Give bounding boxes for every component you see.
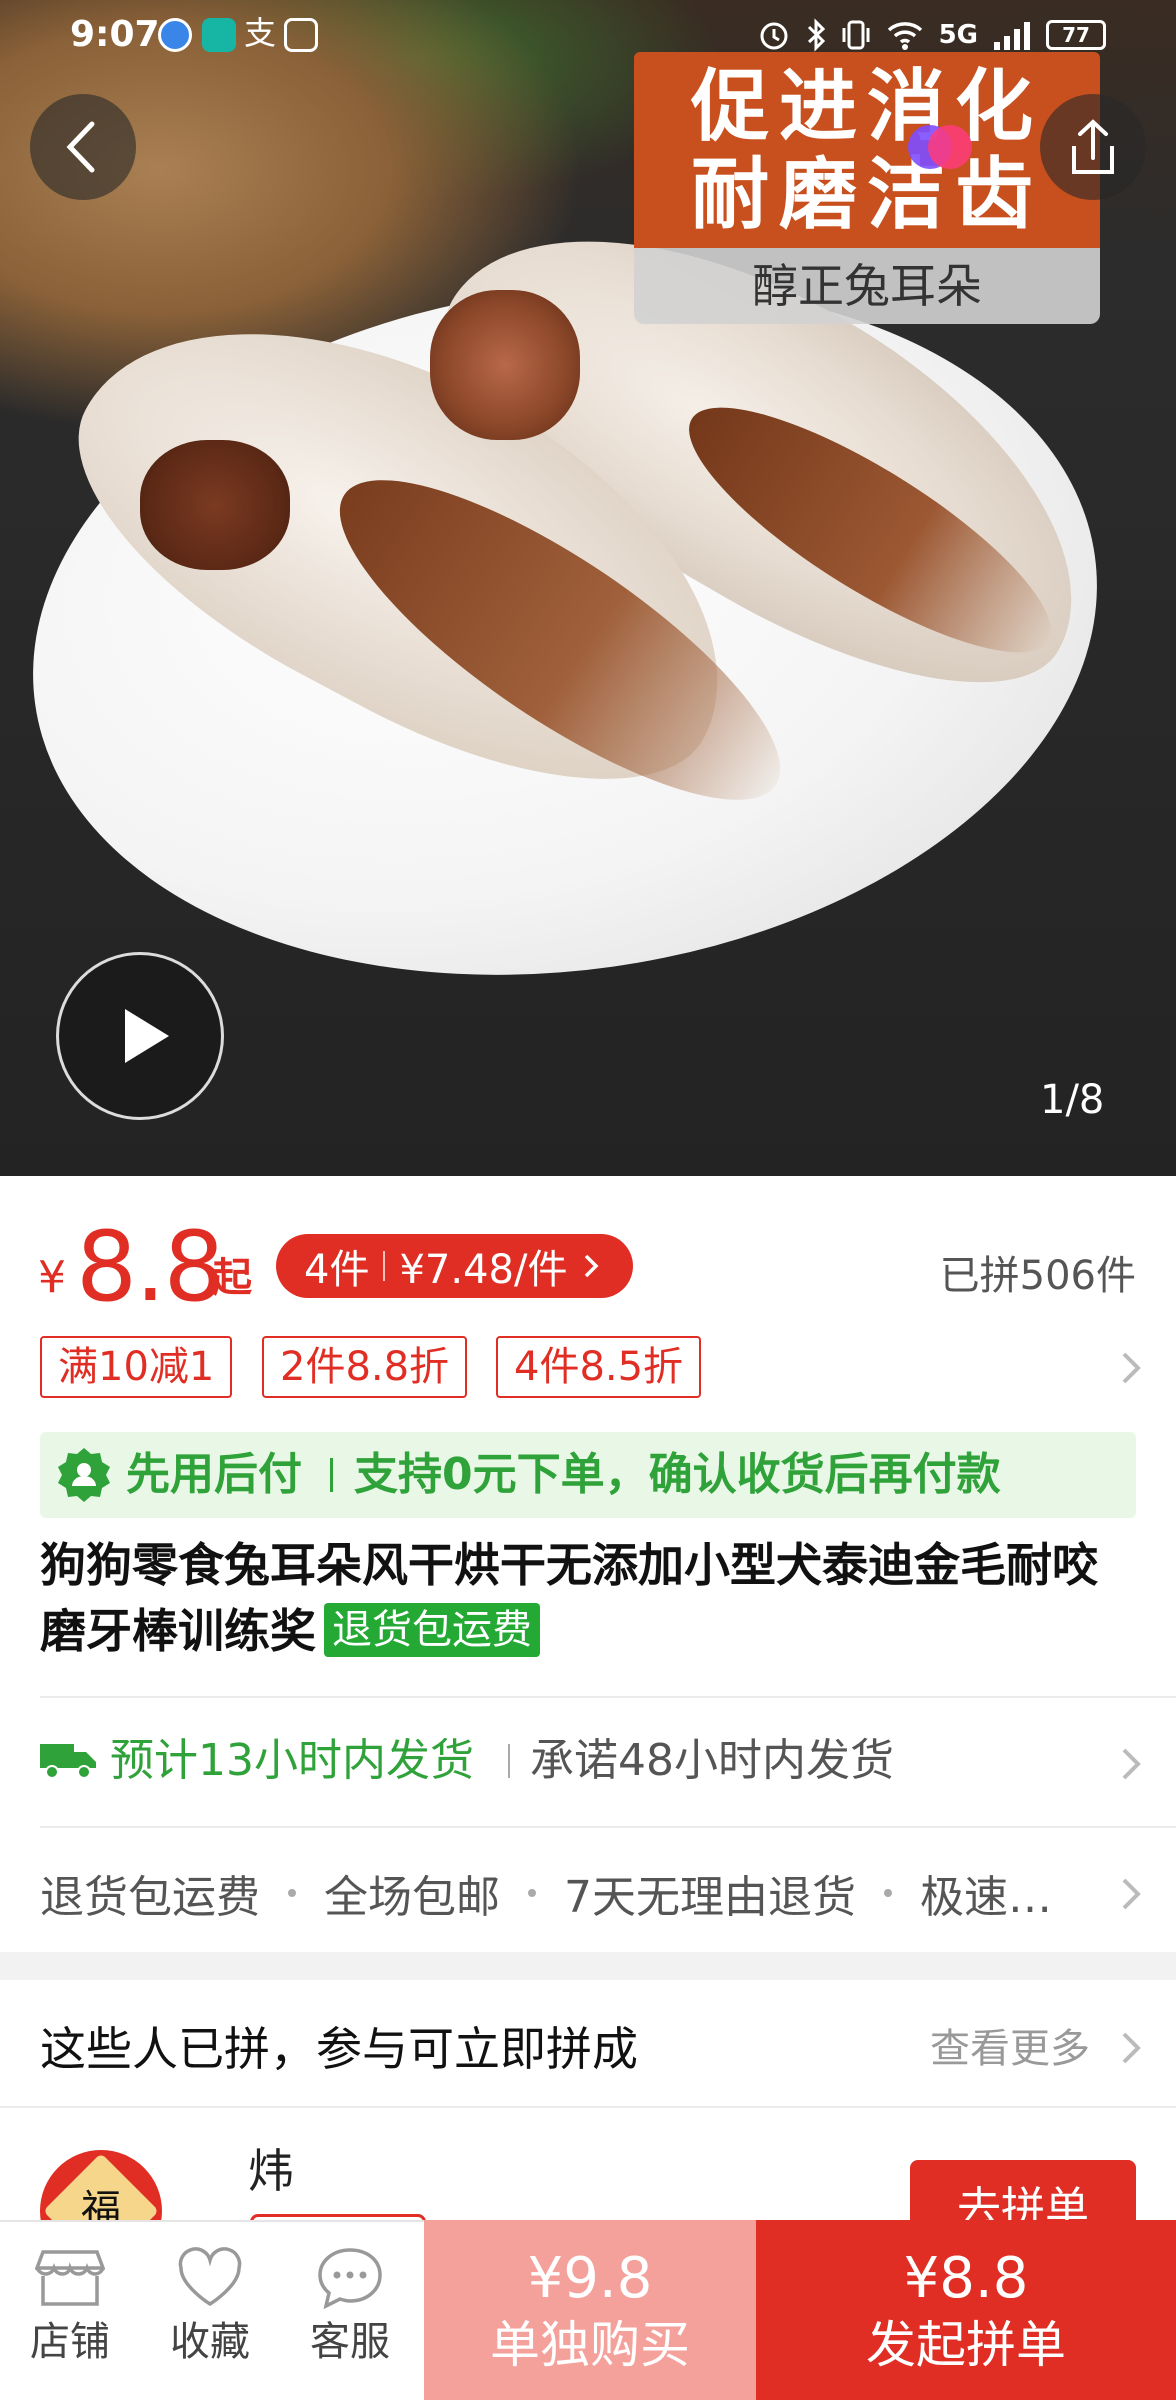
promo-badge-sub: 醇正兔耳朵: [752, 259, 982, 313]
buy-alone-price: ¥9.8: [527, 2246, 653, 2311]
divider: [40, 1696, 1176, 1698]
app-icon: [202, 18, 236, 52]
product-title-text: 狗狗零食兔耳朵风干烘干无添加小型犬泰迪金毛耐咬磨牙棒训练奖: [40, 1538, 1098, 1658]
promo-badge: 促进消化 耐磨洁齿 醇正兔耳朵: [634, 52, 1100, 324]
guarantee-item: 退货包运费: [40, 1872, 260, 1923]
pay-later-title: 先用后付: [126, 1449, 302, 1500]
status-time: 9:07: [70, 14, 160, 55]
guarantee-item: 极速…: [920, 1872, 1052, 1923]
chevron-right-icon: [585, 1254, 599, 1278]
image-counter: 1/8: [1040, 1077, 1105, 1123]
status-icons: 5G 77: [757, 12, 1106, 58]
play-icon: [125, 1009, 169, 1063]
wifi-icon: [887, 22, 922, 50]
start-group-price: ¥8.8: [903, 2246, 1029, 2311]
shipping-promise: 承诺48小时内发货: [530, 1735, 894, 1786]
rabbit-ear-base-shape: [430, 290, 580, 440]
alipay-icon: 支: [244, 14, 277, 52]
store-button[interactable]: 店铺: [0, 2246, 140, 2370]
nfc-icon: [284, 18, 318, 52]
guarantee-item: 7天无理由退货: [564, 1872, 856, 1923]
store-label: 店铺: [30, 2319, 110, 2365]
customer-service-label: 客服: [310, 2319, 390, 2365]
divider: [0, 2106, 1176, 2108]
buy-alone-label: 单独购买: [490, 2316, 690, 2374]
signal-icon: [994, 22, 1030, 50]
pay-later-desc: 支持0元下单，确认收货后再付款: [354, 1449, 1001, 1500]
price-suffix: 起: [212, 1255, 252, 1301]
collab-icon: [900, 112, 980, 182]
favorite-label: 收藏: [170, 2319, 250, 2365]
play-video-button[interactable]: [56, 952, 224, 1120]
chevron-left-icon: [66, 121, 95, 173]
chevron-right-icon[interactable]: [1112, 1872, 1152, 1916]
guarantee-item: 全场包邮: [324, 1872, 500, 1923]
divider: [508, 1744, 510, 1778]
separator-dot: [884, 1889, 892, 1897]
pay-later-badge-icon: [58, 1448, 110, 1502]
store-icon: [35, 2250, 105, 2306]
chat-icon: [318, 2248, 382, 2310]
divider: [383, 1251, 386, 1281]
price-value: 8.8: [76, 1211, 225, 1323]
member-name: 炜: [248, 2144, 294, 2198]
rabbit-ear-base-shape: [140, 440, 290, 570]
share-icon: [1072, 119, 1114, 174]
divider: [330, 1458, 333, 1492]
shipping-estimate: 预计13小时内发货: [110, 1735, 474, 1786]
coupon-tag[interactable]: 满10减1: [40, 1336, 233, 1398]
promo-badge-line1: 促进消化: [690, 62, 1043, 152]
free-return-tag: 退货包运费: [324, 1603, 540, 1657]
heart-icon: [178, 2247, 242, 2307]
multi-buy-deal-pill[interactable]: 4件 ¥7.48/件: [276, 1234, 634, 1298]
coupon-tag[interactable]: 4件8.5折: [496, 1336, 702, 1398]
multi-buy-qty: 4件: [304, 1247, 370, 1293]
separator-dot: [288, 1889, 296, 1897]
back-button[interactable]: [30, 94, 136, 200]
chevron-right-icon[interactable]: [1112, 1742, 1152, 1786]
coupon-tag[interactable]: 2件8.8折: [262, 1336, 468, 1398]
favorite-button[interactable]: 收藏: [140, 2246, 280, 2370]
vibrate-icon: [842, 20, 870, 50]
chevron-right-icon[interactable]: [1112, 1346, 1152, 1390]
start-group-button[interactable]: ¥8.8 发起拼单: [756, 2220, 1176, 2400]
customer-service-button[interactable]: 客服: [280, 2246, 420, 2370]
chevron-right-icon[interactable]: [1112, 2026, 1152, 2070]
start-group-label: 发起拼单: [866, 2316, 1066, 2374]
buy-alone-button[interactable]: ¥9.8 单独购买: [424, 2220, 756, 2400]
network-type: 5G: [938, 20, 978, 50]
divider: [40, 1826, 1176, 1828]
share-button[interactable]: [1040, 94, 1146, 200]
price-currency: ¥: [38, 1252, 66, 1303]
separator-dot: [528, 1889, 536, 1897]
alarm-icon: [760, 22, 788, 50]
product-title: 狗狗零食兔耳朵风干烘干无添加小型犬泰迪金毛耐咬磨牙棒训练奖 退货包运费: [40, 1532, 1140, 1664]
view-more-link[interactable]: 查看更多: [930, 2016, 1090, 2082]
bluetooth-icon: [807, 18, 825, 52]
battery-icon: 77: [1046, 20, 1106, 50]
browser-icon: [158, 18, 192, 52]
sold-count: 已拼506件: [939, 1253, 1136, 1299]
multi-buy-price: ¥7.48/件: [399, 1247, 568, 1293]
truck-icon: [40, 1744, 96, 1779]
promo-badge-line2: 耐磨洁齿: [690, 150, 1043, 240]
service-guarantees[interactable]: 退货包运费 全场包邮 7天无理由退货 极速…: [40, 1862, 1052, 1924]
battery-level: 77: [1062, 23, 1090, 47]
group-section-title: 这些人已拼，参与可立即拼成: [40, 2022, 638, 2076]
